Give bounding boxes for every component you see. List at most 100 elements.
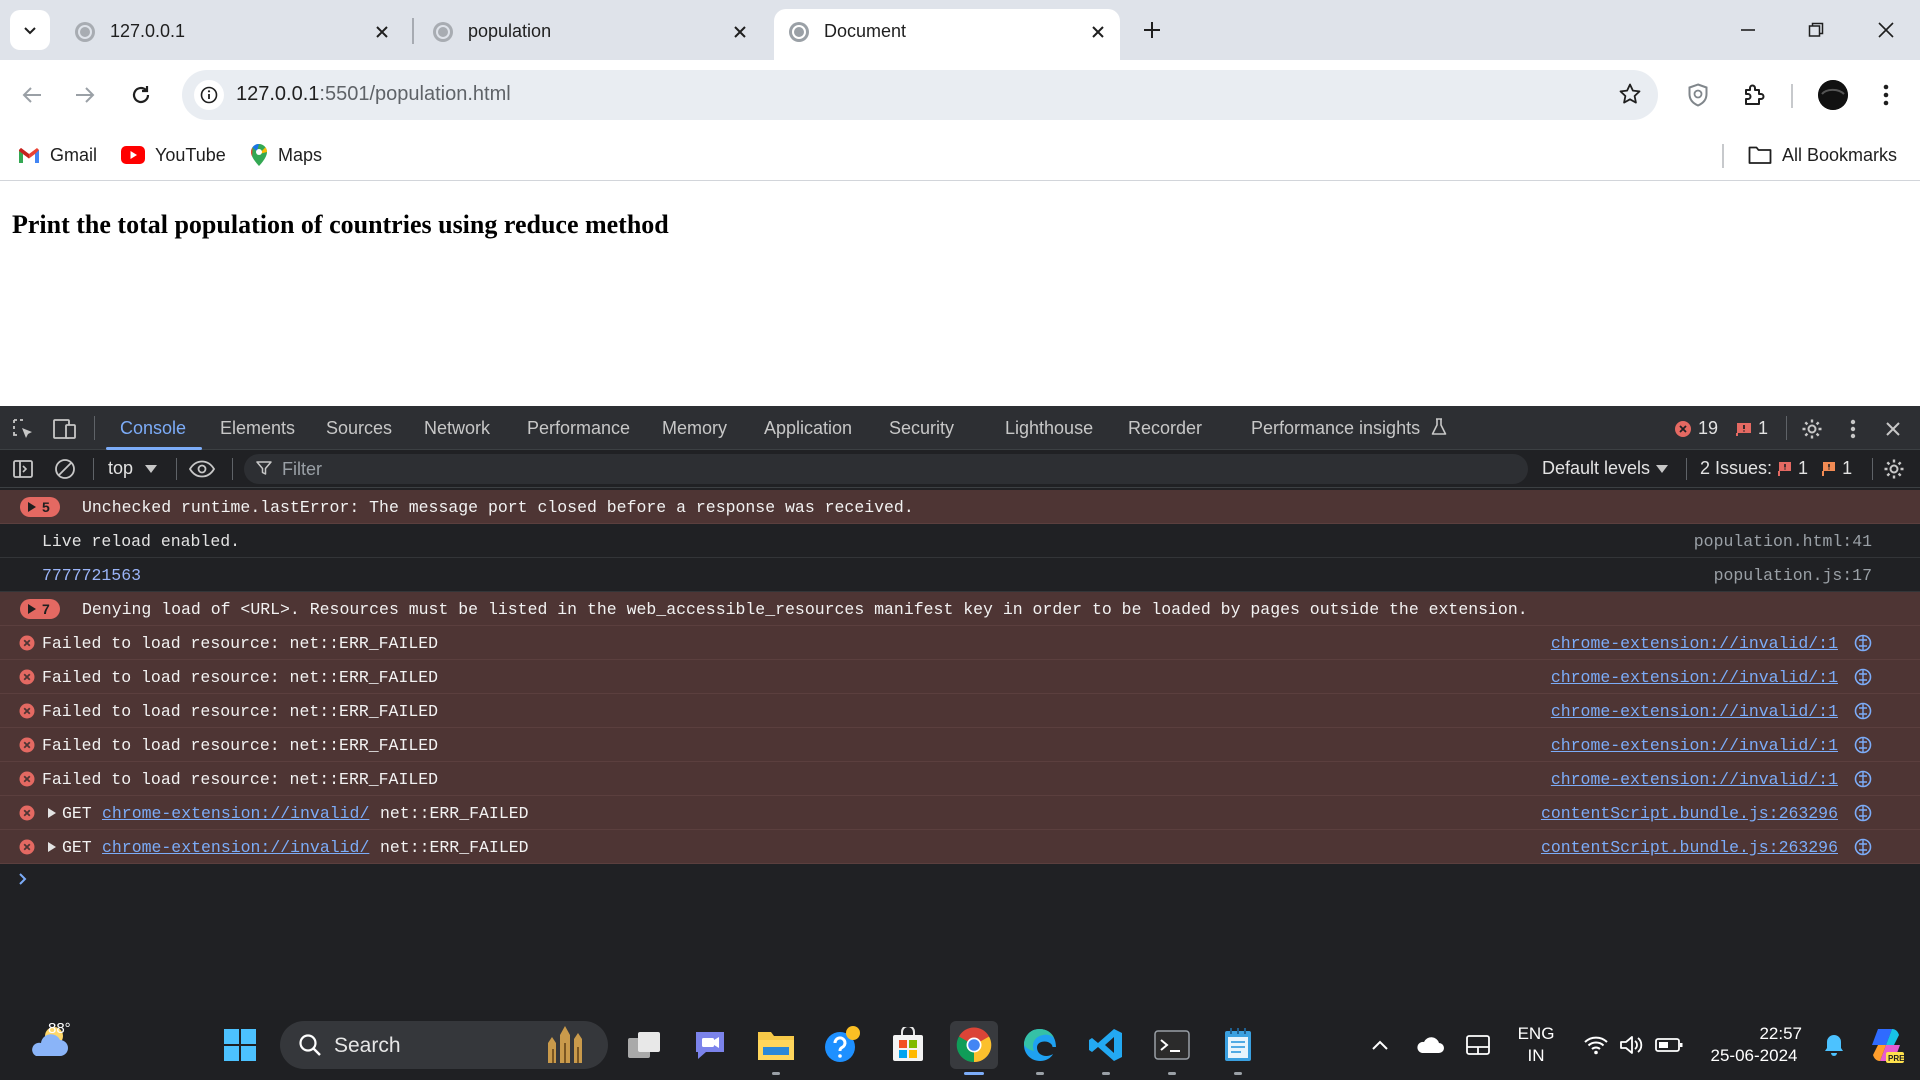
live-expression-button[interactable] (189, 457, 215, 481)
source-link[interactable]: chrome-extension://invalid/:1 (1551, 736, 1838, 755)
issue-error-flag-icon (1778, 461, 1792, 477)
bookmark-star-icon[interactable] (1618, 82, 1642, 106)
back-button[interactable] (14, 77, 50, 113)
device-toolbar-button[interactable] (52, 416, 78, 442)
onedrive-button[interactable] (1410, 1021, 1450, 1069)
forward-button[interactable] (67, 77, 103, 113)
restore-button[interactable] (1796, 12, 1836, 48)
network-globe-icon[interactable] (1854, 838, 1872, 856)
bookmark-gmail[interactable]: Gmail (18, 141, 97, 169)
devtools-tab-memory[interactable]: Memory (662, 418, 727, 439)
file-explorer-button[interactable] (752, 1021, 800, 1075)
console-error-row[interactable]: GET chrome-extension://invalid/ net::ERR… (0, 796, 1920, 830)
devtools-tab-application[interactable]: Application (764, 418, 852, 439)
edge-button[interactable] (1016, 1021, 1064, 1075)
inspect-element-button[interactable] (10, 416, 36, 442)
vscode-button[interactable] (1082, 1021, 1130, 1075)
request-url-link[interactable]: chrome-extension://invalid/ (102, 838, 369, 857)
network-globe-icon[interactable] (1854, 702, 1872, 720)
console-sidebar-button[interactable] (11, 457, 35, 481)
devtools-tab-security[interactable]: Security (889, 418, 954, 439)
close-icon[interactable] (730, 22, 750, 42)
network-globe-icon[interactable] (1854, 736, 1872, 754)
browser-menu-button[interactable] (1868, 77, 1904, 113)
system-status-button[interactable] (1572, 1021, 1694, 1069)
source-link[interactable]: population.js:17 (1714, 566, 1872, 585)
console-settings-button[interactable] (1882, 457, 1906, 481)
network-globe-icon[interactable] (1854, 668, 1872, 686)
log-levels-dropdown[interactable]: Default levels (1542, 458, 1669, 479)
site-info-icon[interactable] (194, 80, 224, 110)
flask-icon (1431, 418, 1447, 436)
extension-shield-button[interactable] (1680, 77, 1716, 113)
extensions-button[interactable] (1736, 77, 1772, 113)
teams-chat-button[interactable] (686, 1021, 734, 1069)
source-link[interactable]: chrome-extension://invalid/:1 (1551, 770, 1838, 789)
close-icon[interactable] (1088, 22, 1108, 42)
tab-document[interactable]: Document (774, 9, 1120, 60)
devtools-tab-elements[interactable]: Elements (220, 418, 295, 439)
source-link[interactable]: chrome-extension://invalid/:1 (1551, 634, 1838, 653)
devtools-tab-performance[interactable]: Performance (527, 418, 630, 439)
notifications-button[interactable] (1814, 1021, 1854, 1069)
issues-warning-count: 1 (1842, 458, 1853, 478)
profile-avatar[interactable] (1818, 80, 1848, 110)
console-prompt[interactable] (18, 872, 28, 886)
devtools-tab-sources[interactable]: Sources (326, 418, 392, 439)
new-tab-button[interactable] (1136, 14, 1168, 46)
show-hidden-icons-button[interactable] (1360, 1021, 1400, 1069)
notepad-button[interactable] (1214, 1021, 1262, 1075)
close-window-button[interactable] (1866, 12, 1906, 48)
address-bar[interactable]: 127.0.0.1:5501/population.html (182, 70, 1658, 120)
source-link[interactable]: contentScript.bundle.js:263296 (1541, 804, 1838, 823)
bookmark-youtube[interactable]: YouTube (121, 141, 226, 169)
start-button[interactable] (216, 1021, 264, 1069)
devtools-tab-performance-insights[interactable]: Performance insights (1251, 418, 1447, 439)
microsoft-store-button[interactable] (884, 1021, 932, 1069)
network-globe-icon[interactable] (1854, 770, 1872, 788)
devtools-tab-network[interactable]: Network (424, 418, 490, 439)
minimize-button[interactable] (1728, 12, 1768, 48)
issues-button[interactable]: 2 Issues: 1 1 (1700, 458, 1852, 479)
clock[interactable]: 22:57 25-06-2024 (1692, 1023, 1816, 1067)
terminal-button[interactable] (1148, 1021, 1196, 1075)
devtools-settings-button[interactable] (1799, 416, 1825, 442)
tab-population[interactable]: population (418, 9, 758, 60)
error-counter[interactable]: 19 (1674, 418, 1718, 439)
clear-console-button[interactable] (53, 457, 77, 481)
network-globe-icon[interactable] (1854, 804, 1872, 822)
devtools-close-button[interactable] (1880, 416, 1906, 442)
expand-triangle-icon[interactable] (48, 842, 56, 852)
task-view-button[interactable] (620, 1021, 668, 1069)
devtools-tab-console[interactable]: Console (120, 418, 186, 439)
bookmark-maps[interactable]: Maps (250, 141, 322, 169)
chrome-button[interactable] (950, 1021, 998, 1075)
source-link[interactable]: chrome-extension://invalid/:1 (1551, 668, 1838, 687)
source-link[interactable]: population.html:41 (1694, 532, 1872, 551)
source-link[interactable]: chrome-extension://invalid/:1 (1551, 702, 1838, 721)
expand-triangle-icon[interactable] (48, 808, 56, 818)
taskbar-search[interactable]: Search (280, 1021, 608, 1069)
tab-127-0-0-1[interactable]: 127.0.0.1 (60, 9, 400, 60)
issue-counter[interactable]: 1 (1736, 418, 1768, 439)
request-url-link[interactable]: chrome-extension://invalid/ (102, 804, 369, 823)
close-icon[interactable] (372, 22, 392, 42)
get-help-button[interactable] (818, 1021, 866, 1069)
reload-button[interactable] (123, 77, 159, 113)
console-error-group[interactable]: 5 Unchecked runtime.lastError: The messa… (0, 490, 1920, 524)
devtools-more-button[interactable] (1840, 416, 1866, 442)
console-error-group[interactable]: 7 Denying load of <URL>. Resources must … (0, 592, 1920, 626)
all-bookmarks-button[interactable]: All Bookmarks (1748, 141, 1897, 169)
language-indicator[interactable]: ENG IN (1506, 1023, 1566, 1067)
console-filter-input[interactable] (282, 457, 1482, 481)
console-error-row[interactable]: GET chrome-extension://invalid/ net::ERR… (0, 830, 1920, 864)
context-selector[interactable]: top (108, 458, 158, 479)
tab-search-button[interactable] (10, 10, 50, 50)
devtools-tab-lighthouse[interactable]: Lighthouse (1005, 418, 1093, 439)
devtools-tab-recorder[interactable]: Recorder (1128, 418, 1202, 439)
console-filter-bar: top Default levels 2 Issues: 1 1 (0, 450, 1920, 488)
copilot-button[interactable]: PRE (1862, 1021, 1910, 1069)
source-link[interactable]: contentScript.bundle.js:263296 (1541, 838, 1838, 857)
input-indicator-button[interactable] (1458, 1021, 1498, 1069)
network-globe-icon[interactable] (1854, 634, 1872, 652)
